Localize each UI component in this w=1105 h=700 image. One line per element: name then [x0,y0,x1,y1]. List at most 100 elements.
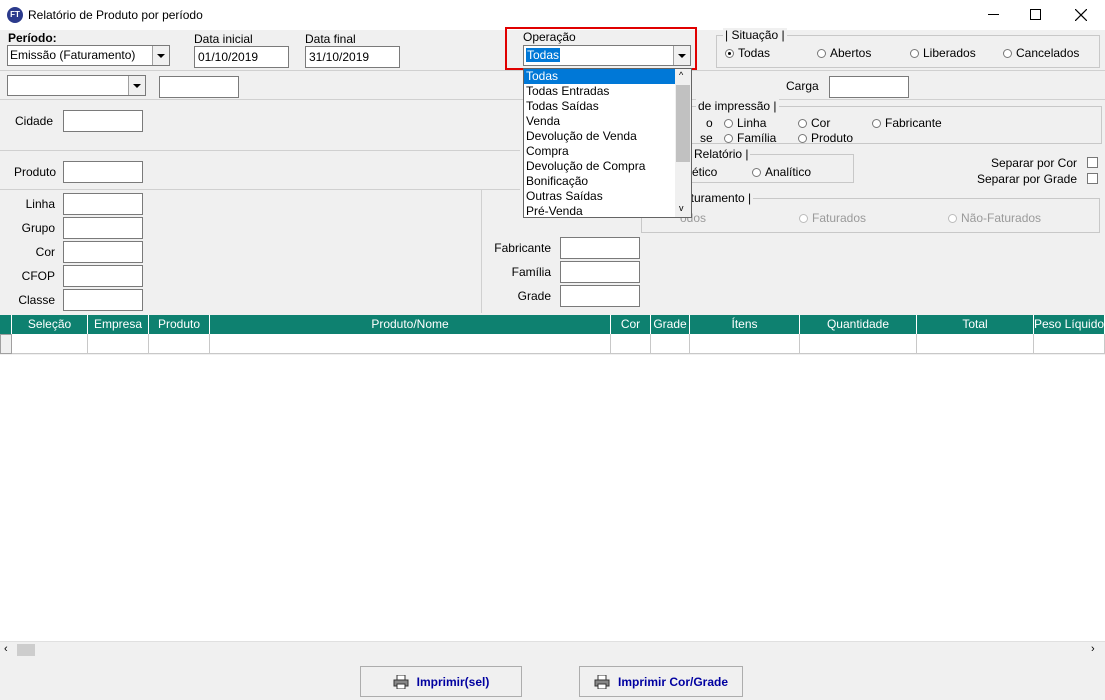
col-produto-nome[interactable]: Produto/Nome [210,315,611,334]
cell[interactable] [88,334,149,354]
col-itens[interactable]: Ítens [690,315,800,334]
col-quantidade[interactable]: Quantidade [800,315,917,334]
list-item[interactable]: Todas Saídas [524,99,691,114]
grupo-field[interactable] [63,217,143,239]
cidade-label: Cidade [15,114,54,128]
col-produto[interactable]: Produto [149,315,210,334]
produto-field[interactable] [63,161,143,183]
faturamento-nao-faturados[interactable]: Não-Faturados [948,211,1041,225]
familia-field[interactable] [560,261,640,283]
list-item[interactable]: Outras Saídas [524,189,691,204]
col-cor[interactable]: Cor [611,315,651,334]
impressao-fabricante[interactable]: Fabricante [872,116,942,130]
radio-icon [872,118,881,128]
col-grade[interactable]: Grade [651,315,690,334]
carga-field[interactable] [829,76,909,98]
col-empresa[interactable]: Empresa [88,315,149,334]
radio-icon [752,167,761,177]
scrollbar-thumb[interactable] [676,85,690,162]
radio-icon [948,213,957,223]
cor-label: Cor [35,245,55,259]
grid-header: Seleção Empresa Produto Produto/Nome Cor… [12,315,1105,334]
operacao-combo[interactable]: Todas [523,45,691,66]
row-indicator[interactable] [0,334,12,354]
chevron-down-icon[interactable]: v [679,203,684,213]
relatorio-sintetico[interactable]: ético [692,165,717,179]
separar-cor-checkbox[interactable] [1087,157,1098,168]
col-total[interactable]: Total [917,315,1034,334]
linha-field[interactable] [63,193,143,215]
printer-icon [393,674,409,689]
minimize-icon[interactable] [988,14,999,15]
cell[interactable] [690,334,800,354]
cell[interactable] [917,334,1034,354]
faturamento-legend: aturamento | [682,191,754,205]
chevron-down-icon[interactable] [128,76,145,95]
cell[interactable] [12,334,88,354]
title-bar: FT Relatório de Produto por período [0,0,1105,30]
cell[interactable] [651,334,690,354]
imprimir-sel-button[interactable]: Imprimir(sel) [360,666,522,697]
table-row[interactable] [12,334,1105,354]
horizontal-scrollbar[interactable]: ‹ › [0,641,1105,657]
imprimir-cor-grade-button[interactable]: Imprimir Cor/Grade [579,666,743,697]
empresa-combo[interactable] [7,75,146,96]
cell[interactable] [149,334,210,354]
scroll-right-icon[interactable]: › [1091,643,1095,655]
radio-icon [817,48,826,58]
cfop-field[interactable] [63,265,143,287]
col-peso-liquido[interactable]: Peso Líquido [1034,315,1105,334]
list-item[interactable]: Pré-Venda [524,204,691,219]
radio-icon [724,133,733,143]
list-item[interactable]: Bonificação [524,174,691,189]
grid-corner [0,315,12,334]
impressao-opt-1[interactable]: o [706,116,713,130]
list-item[interactable]: Compra [524,144,691,159]
grade-field[interactable] [560,285,640,307]
periodo-combo[interactable]: Emissão (Faturamento) [7,45,170,66]
list-item[interactable]: Venda [524,114,691,129]
operacao-dropdown-list[interactable]: Todas Todas Entradas Todas Saídas Venda … [523,68,692,218]
situacao-liberados[interactable]: Liberados [910,46,976,60]
fabricante-field[interactable] [560,237,640,259]
faturamento-faturados[interactable]: Faturados [799,211,866,225]
list-item[interactable]: Todas Entradas [524,84,691,99]
list-item[interactable]: Devolução de Compra [524,159,691,174]
list-item[interactable]: Todas [524,69,691,84]
impressao-produto[interactable]: Produto [798,131,853,145]
scrollbar-thumb[interactable] [17,644,35,656]
cell[interactable] [611,334,651,354]
separar-grade-checkbox[interactable] [1087,173,1098,184]
chevron-up-icon[interactable]: ^ [679,70,683,80]
impressao-familia[interactable]: Família [724,131,776,145]
maximize-icon[interactable] [1030,9,1041,20]
list-item[interactable]: Devolução de Venda [524,129,691,144]
cell[interactable] [210,334,611,354]
situacao-cancelados[interactable]: Cancelados [1003,46,1079,60]
col-selecao[interactable]: Seleção [12,315,88,334]
faturamento-group: aturamento | odos Faturados Não-Faturado… [641,191,1100,233]
app-icon: FT [7,7,23,23]
cell[interactable] [800,334,917,354]
impressao-linha[interactable]: Linha [724,116,766,130]
cor-field[interactable] [63,241,143,263]
data-final-label: Data final [305,32,356,46]
relatorio-analitico[interactable]: Analítico [752,165,811,179]
situacao-abertos[interactable]: Abertos [817,46,871,60]
chevron-down-icon[interactable] [152,46,169,65]
data-inicial-field[interactable]: 01/10/2019 [194,46,289,68]
impressao-opt-2[interactable]: se [700,131,713,145]
situacao-todas[interactable]: Todas [725,46,770,60]
impressao-cor[interactable]: Cor [798,116,830,130]
empresa-code-field[interactable] [159,76,239,98]
dropdown-scrollbar[interactable]: ^ v [675,69,691,217]
cidade-field[interactable] [63,110,143,132]
divider [0,189,520,190]
close-icon[interactable] [1075,9,1087,21]
data-final-field[interactable]: 31/10/2019 [305,46,400,68]
chevron-down-icon[interactable] [673,46,690,65]
familia-label: Família [511,265,551,279]
scroll-left-icon[interactable]: ‹ [4,643,8,655]
classe-field[interactable] [63,289,143,311]
cell[interactable] [1034,334,1105,354]
